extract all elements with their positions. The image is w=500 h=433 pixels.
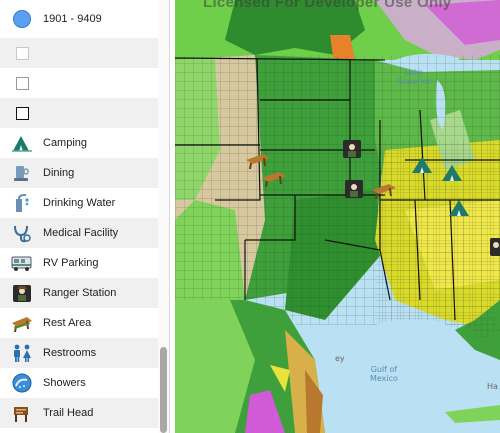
black-square-icon — [15, 106, 29, 120]
camping-marker[interactable] — [410, 155, 434, 175]
legend-scrollbar-thumb[interactable] — [160, 347, 167, 433]
showers-icon — [11, 372, 33, 394]
legend-scrollbar[interactable] — [158, 0, 169, 433]
rv-parking-icon — [11, 252, 33, 274]
trail-head-icon — [11, 402, 33, 424]
camping-marker[interactable] — [447, 198, 471, 218]
legend-item-rest-area: Rest Area — [0, 308, 158, 338]
ranger-station-marker[interactable] — [345, 180, 363, 198]
legend-range-label: 1901 - 9409 — [43, 13, 102, 25]
legend-item-drinking-water: Drinking Water — [0, 188, 158, 218]
legend-item-dining: Dining — [0, 158, 158, 188]
camping-icon — [11, 132, 33, 154]
camping-marker[interactable] — [440, 163, 464, 183]
map-view[interactable]: Licensed For Developer Use Only Lake Sup… — [175, 0, 500, 433]
light-square-icon — [15, 46, 29, 60]
rest-area-icon — [11, 312, 33, 334]
lake-superior-label: Lake Superior — [397, 68, 431, 86]
legend-item-restrooms: Restrooms — [0, 338, 158, 368]
legend-panel: 1901 - 9409 Camping Dining Drinking Wate… — [0, 0, 170, 433]
medical-facility-icon — [11, 222, 33, 244]
rest-area-marker[interactable] — [245, 150, 271, 170]
legend-empty-row — [0, 98, 158, 128]
city-label: ey — [335, 354, 345, 363]
drinking-water-icon — [11, 192, 33, 214]
legend-item-showers: Showers — [0, 368, 158, 398]
city-label: Ha — [487, 382, 498, 391]
legend-item-medical-facility: Medical Facility — [0, 218, 158, 248]
legend-empty-row — [0, 68, 158, 98]
legend-item-camping: Camping — [0, 128, 158, 158]
map-watermark: Licensed For Developer Use Only — [203, 0, 452, 11]
ranger-station-marker[interactable] — [343, 140, 361, 158]
rest-area-marker[interactable] — [371, 180, 397, 200]
ranger-station-marker[interactable] — [490, 238, 500, 256]
legend-item-trail-head: Trail Head — [0, 398, 158, 428]
legend-range-row: 1901 - 9409 — [0, 0, 158, 38]
rest-area-marker[interactable] — [261, 168, 287, 188]
legend-list: 1901 - 9409 Camping Dining Drinking Wate… — [0, 0, 158, 428]
gulf-of-mexico-label: Gulf of Mexico — [370, 365, 398, 383]
ranger-station-icon — [11, 282, 33, 304]
restrooms-icon — [11, 342, 33, 364]
dining-icon — [11, 162, 33, 184]
range-circle-icon — [13, 10, 31, 28]
legend-item-ranger-station: Ranger Station — [0, 278, 158, 308]
legend-empty-row — [0, 38, 158, 68]
gray-square-icon — [15, 76, 29, 90]
legend-item-rv-parking: RV Parking — [0, 248, 158, 278]
